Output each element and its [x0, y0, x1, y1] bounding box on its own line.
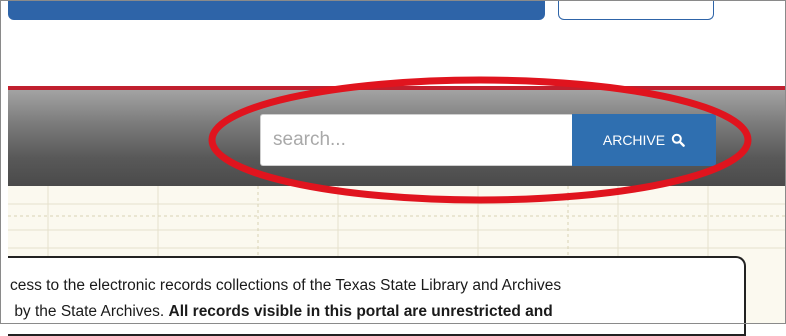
portal-notice-text: cess to the electronic records collectio… [10, 273, 740, 325]
notice-line-1: cess to the electronic records collectio… [10, 277, 562, 294]
archive-search-button[interactable]: ARCHIVE [572, 114, 716, 166]
search-input[interactable] [260, 114, 572, 166]
notice-line-2-prefix: by the State Archives. [14, 303, 165, 320]
header-blue-banner [8, 0, 545, 20]
notice-line-2-bold: All records visible in this portal are u… [168, 303, 553, 320]
site-header [0, 0, 786, 90]
header-outline-button[interactable] [558, 0, 714, 20]
notice-line-2: by the State Archives. All records visib… [10, 299, 740, 325]
search-icon [671, 133, 685, 147]
archive-button-label: ARCHIVE [602, 132, 666, 148]
